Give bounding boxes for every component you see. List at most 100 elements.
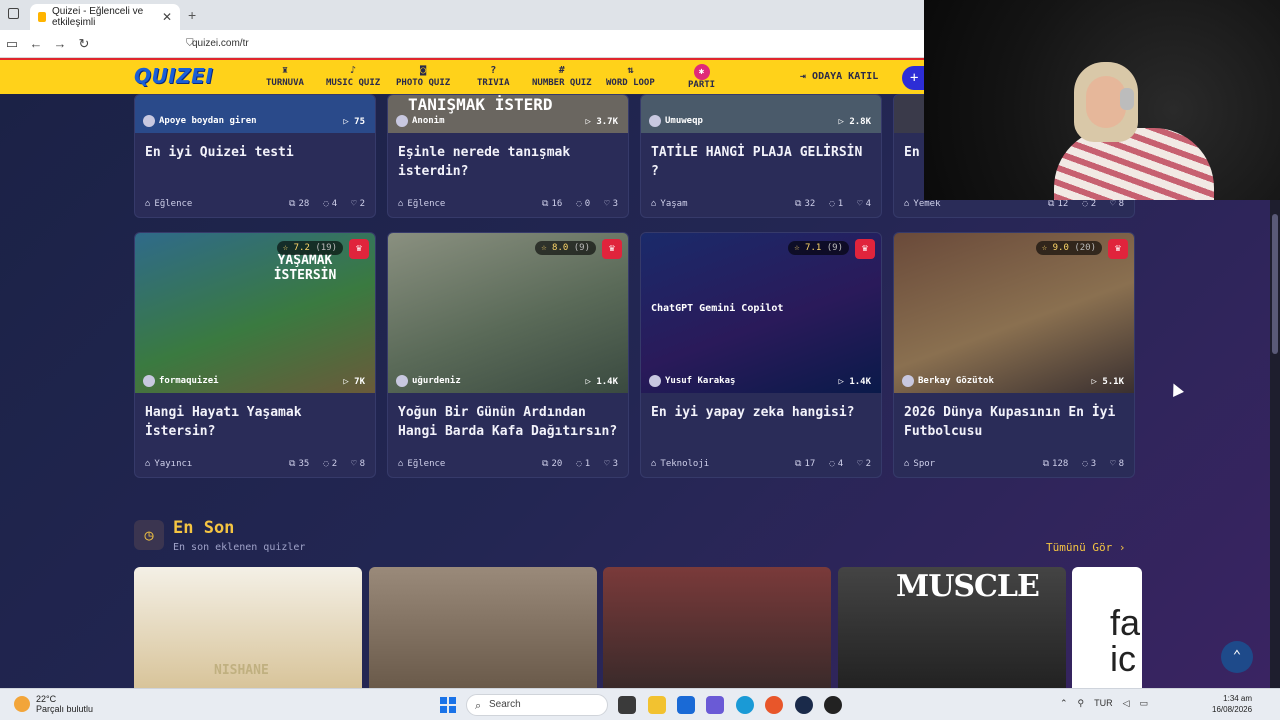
obs-icon[interactable] xyxy=(824,696,842,714)
latest-quiz-card[interactable] xyxy=(603,567,831,688)
card-author[interactable]: Yusuf Karakaş xyxy=(649,375,735,387)
mic-icon[interactable]: ⚲ xyxy=(1078,698,1085,709)
scrollbar-thumb[interactable] xyxy=(1272,214,1278,354)
comment-count[interactable]: ◌ 1 xyxy=(829,199,843,209)
quiz-card[interactable]: ☆ 9.0 (20) ♛ Berkay Gözütok ▷ 5.1K 2026 … xyxy=(893,232,1135,478)
thumbnail-text: TANIŞMAK İSTERD xyxy=(408,95,553,114)
category[interactable]: ⌂ Eğlence xyxy=(398,459,528,469)
like-count[interactable]: ♡ 2 xyxy=(857,459,871,469)
comment-count[interactable]: ◌ 3 xyxy=(1082,459,1096,469)
category[interactable]: ⌂ Yaşam xyxy=(651,199,781,209)
language-indicator[interactable]: TUR xyxy=(1094,698,1113,709)
comment-count[interactable]: ◌ 0 xyxy=(576,199,590,209)
browser-tab[interactable]: Quizei - Eğlenceli ve etkileşimli ✕ xyxy=(30,4,180,30)
nav-number-quiz[interactable]: # NUMBER QUIZ xyxy=(532,64,592,88)
category[interactable]: ⌂ Yemek xyxy=(904,199,1034,209)
system-clock[interactable]: 1:34 am 16/08/2026 xyxy=(1212,693,1252,715)
url-field[interactable]: quizei.com/tr xyxy=(192,38,249,49)
hash-icon: # xyxy=(558,65,565,76)
forward-icon[interactable]: → xyxy=(48,36,72,51)
new-tab-button[interactable]: + xyxy=(188,7,196,23)
like-count[interactable]: ♡ 8 xyxy=(1110,459,1124,469)
quizei-logo[interactable]: QUIZEI xyxy=(134,64,213,88)
reload-icon[interactable]: ↻ xyxy=(72,36,96,52)
card-title[interactable]: En iyi yapay zeka hangisi? xyxy=(641,393,881,459)
task-view-icon[interactable] xyxy=(618,696,636,714)
card-author[interactable]: Apoye boydan giren xyxy=(143,115,257,127)
chevron-up-icon[interactable]: ⌃ xyxy=(1060,698,1068,709)
speaker-icon[interactable]: ◁ xyxy=(1123,698,1130,709)
comment-count[interactable]: ◌ 4 xyxy=(829,459,843,469)
category[interactable]: ⌂ Yayıncı xyxy=(145,459,275,469)
comment-count[interactable]: ◌ 2 xyxy=(323,459,337,469)
tab-title: Quizei - Eğlenceli ve etkileşimli xyxy=(52,6,144,28)
firefox-icon[interactable] xyxy=(765,696,783,714)
windows-start-icon[interactable] xyxy=(440,697,456,713)
card-author[interactable]: Anonim xyxy=(396,115,445,127)
author-name: Yusuf Karakaş xyxy=(665,376,736,386)
nav-parti[interactable]: ✱ PARTI xyxy=(688,64,715,90)
like-count[interactable]: ♡ 3 xyxy=(604,459,618,469)
join-room-label: ODAYA KATIL xyxy=(812,71,879,82)
card-title[interactable]: Hangi Hayatı Yaşamak İstersin? xyxy=(135,393,375,459)
system-tray: ⌃ ⚲ TUR ◁ ▭ xyxy=(1060,698,1148,709)
latest-quiz-card[interactable] xyxy=(369,567,597,688)
quiz-card[interactable]: ChatGPT Gemini Copilot ☆ 7.1 (9) ♛ Yusuf… xyxy=(640,232,882,478)
author-name: Umuweqp xyxy=(665,116,703,126)
like-count[interactable]: ♡ 8 xyxy=(1110,199,1124,209)
taskbar-search[interactable]: ⌕ Search xyxy=(466,694,608,716)
latest-quiz-card[interactable]: NISHANE xyxy=(134,567,362,688)
clock-date: 16/08/2026 xyxy=(1212,705,1253,714)
rating-badge: ☆ 9.0 (20) xyxy=(1035,241,1102,255)
file-explorer-icon[interactable] xyxy=(648,696,666,714)
card-author[interactable]: Berkay Gözütok xyxy=(902,375,994,387)
store-icon[interactable] xyxy=(677,696,695,714)
card-title[interactable]: Yoğun Bir Günün Ardından Hangi Barda Kaf… xyxy=(388,393,628,459)
like-count[interactable]: ♡ 2 xyxy=(351,199,365,209)
comment-count[interactable]: ◌ 2 xyxy=(1082,199,1096,209)
sidebar-icon[interactable]: ▭ xyxy=(0,36,24,52)
tab-close-icon[interactable]: ✕ xyxy=(162,10,172,24)
card-title[interactable]: 2026 Dünya Kupasının En İyi Futbolcusu xyxy=(894,393,1134,459)
category[interactable]: ⌂ Teknoloji xyxy=(651,459,781,469)
comment-count[interactable]: ◌ 1 xyxy=(576,459,590,469)
comment-count[interactable]: ◌ 4 xyxy=(323,199,337,209)
edge-icon[interactable] xyxy=(736,696,754,714)
card-author[interactable]: formaquizei xyxy=(143,375,219,387)
quiz-card[interactable]: YAŞAMAK İSTERSİN ☆ 7.2 (19) ♛ formaquize… xyxy=(134,232,376,478)
nav-trivia[interactable]: ? TRIVIA xyxy=(477,64,510,88)
quiz-card[interactable]: TANIŞMAK İSTERD Anonim ▷ 3.7K Eşinle ner… xyxy=(387,94,629,218)
steam-icon[interactable] xyxy=(795,696,813,714)
battery-icon[interactable]: ▭ xyxy=(1140,698,1149,709)
card-title[interactable]: Eşinle nerede tanışmak isterdin? xyxy=(388,133,628,199)
scroll-to-top-button[interactable]: ⌃ xyxy=(1221,641,1253,673)
shield-icon[interactable]: ⛉ xyxy=(186,38,194,49)
like-count[interactable]: ♡ 4 xyxy=(857,199,871,209)
like-count[interactable]: ♡ 8 xyxy=(351,459,365,469)
category[interactable]: ⌂ Eğlence xyxy=(145,199,275,209)
nav-music-quiz[interactable]: ♪ MUSIC QUIZ xyxy=(326,64,380,88)
nav-photo-quiz[interactable]: ◙ PHOTO QUIZ xyxy=(396,64,450,88)
like-count[interactable]: ♡ 3 xyxy=(604,199,618,209)
latest-quiz-card[interactable]: MUSCLE xyxy=(838,567,1066,688)
quiz-card[interactable]: ☆ 8.0 (9) ♛ uğurdeniz ▷ 1.4K Yoğun Bir G… xyxy=(387,232,629,478)
see-all-link[interactable]: Tümünü Gör › xyxy=(1046,541,1125,554)
teams-icon[interactable] xyxy=(706,696,724,714)
comment-icon: ◌ xyxy=(323,199,329,209)
nav-turnuva[interactable]: ♜ TURNUVA xyxy=(266,64,304,88)
back-icon[interactable]: ← xyxy=(24,36,48,51)
category[interactable]: ⌂ Eğlence xyxy=(398,199,528,209)
card-author[interactable]: uğurdeniz xyxy=(396,375,461,387)
category[interactable]: ⌂ Spor xyxy=(904,459,1029,469)
quiz-card[interactable]: Apoye boydan giren ▷ 75 En iyi Quizei te… xyxy=(134,94,376,218)
weather-widget[interactable]: 22°C Parçalı bulutlu xyxy=(14,694,93,714)
nav-word-loop[interactable]: ⇅ WORD LOOP xyxy=(606,64,655,88)
latest-quiz-card[interactable]: fa ic xyxy=(1072,567,1142,688)
card-author[interactable]: Umuweqp xyxy=(649,115,703,127)
card-title[interactable]: TATİLE HANGİ PLAJA GELİRSİN ? xyxy=(641,133,881,199)
play-count: ▷ 75 xyxy=(343,117,365,127)
join-room-button[interactable]: ⇥ ODAYA KATIL xyxy=(800,71,878,82)
window-menu-icon[interactable] xyxy=(8,8,19,19)
card-title[interactable]: En iyi Quizei testi xyxy=(135,133,375,199)
quiz-card[interactable]: Umuweqp ▷ 2.8K TATİLE HANGİ PLAJA GELİRS… xyxy=(640,94,882,218)
